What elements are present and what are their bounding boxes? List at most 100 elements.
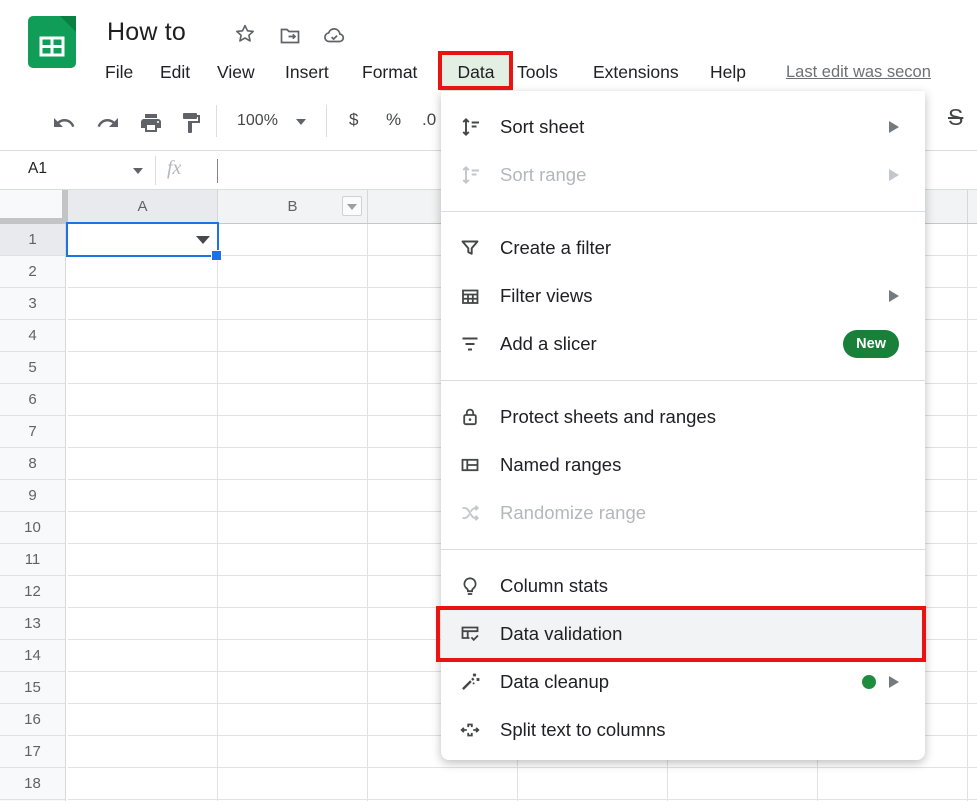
print-icon[interactable] — [139, 111, 163, 135]
menubar-item-insert[interactable]: Insert — [285, 53, 329, 91]
row-headers: 123456789101112131415161718 — [0, 224, 66, 801]
fill-handle[interactable] — [211, 250, 222, 261]
document-title[interactable]: How to — [107, 18, 186, 47]
menu-item-label: Filter views — [500, 285, 593, 307]
menu-item-add-a-slicer[interactable]: Add a slicer New — [441, 320, 925, 368]
redo-icon[interactable] — [96, 111, 120, 135]
new-badge: New — [843, 330, 899, 359]
row-header-2[interactable]: 2 — [0, 256, 65, 288]
filter-views-icon — [458, 284, 482, 308]
row-header-13[interactable]: 13 — [0, 608, 65, 640]
row-header-14[interactable]: 14 — [0, 640, 65, 672]
sort-icon — [458, 115, 482, 139]
row-header-15[interactable]: 15 — [0, 672, 65, 704]
toolbar-divider — [216, 105, 217, 137]
menubar-item-tools[interactable]: Tools — [517, 53, 558, 91]
row-header-1[interactable]: 1 — [0, 224, 65, 256]
row-header-11[interactable]: 11 — [0, 544, 65, 576]
split-columns-icon — [458, 718, 482, 742]
decrease-decimal-button[interactable]: .0 — [422, 110, 436, 130]
menu-item-label: Data validation — [500, 623, 622, 645]
row-header-5[interactable]: 5 — [0, 352, 65, 384]
last-edit-link[interactable]: Last edit was secon — [786, 53, 931, 91]
menu-item-protect-sheets-and-ranges[interactable]: Protect sheets and ranges — [441, 393, 925, 441]
data-validation-icon — [458, 622, 482, 646]
menubar-item-edit[interactable]: Edit — [160, 53, 190, 91]
formula-input-cursor[interactable] — [217, 159, 218, 183]
green-status-dot — [862, 675, 876, 689]
paint-format-icon[interactable] — [179, 111, 203, 135]
column-header-a[interactable]: A — [68, 190, 218, 223]
menu-item-label: Column stats — [500, 575, 608, 597]
zoom-level[interactable]: 100% — [237, 112, 278, 130]
cell-dropdown-icon[interactable] — [196, 236, 210, 244]
menu-item-label: Split text to columns — [500, 719, 666, 741]
column-b-dropdown-button[interactable] — [342, 196, 362, 216]
menu-item-sort-range[interactable]: Sort range — [441, 151, 925, 199]
format-percent-button[interactable]: % — [386, 110, 401, 130]
row-header-6[interactable]: 6 — [0, 384, 65, 416]
menu-item-data-validation[interactable]: Data validation — [441, 610, 925, 658]
data-menu-dropdown: Sort sheet Sort range Create a filter Filte… — [441, 91, 925, 760]
menu-item-label: Sort sheet — [500, 116, 584, 138]
menubar-item-view[interactable]: View — [217, 53, 255, 91]
row-header-16[interactable]: 16 — [0, 704, 65, 736]
toolbar-divider — [326, 105, 327, 137]
menu-item-label: Protect sheets and ranges — [500, 406, 716, 428]
submenu-arrow-icon — [889, 290, 899, 302]
menubar-item-format[interactable]: Format — [362, 53, 417, 91]
format-currency-button[interactable]: $ — [349, 110, 358, 130]
row-header-12[interactable]: 12 — [0, 576, 65, 608]
menubar: File Edit View Insert Format DataTools Extensi… — [0, 53, 977, 91]
name-box-caret-icon[interactable] — [133, 168, 143, 174]
menubar-item-extensions[interactable]: Extensions — [593, 53, 679, 91]
row-header-4[interactable]: 4 — [0, 320, 65, 352]
lightbulb-icon — [458, 574, 482, 598]
row-header-8[interactable]: 8 — [0, 448, 65, 480]
star-icon[interactable] — [233, 22, 257, 46]
menu-item-label: Named ranges — [500, 454, 621, 476]
filter-icon — [458, 236, 482, 260]
menu-item-label: Create a filter — [500, 237, 611, 259]
slicer-icon — [458, 332, 482, 356]
menu-item-data-cleanup[interactable]: Data cleanup — [441, 658, 925, 706]
menu-item-create-a-filter[interactable]: Create a filter — [441, 224, 925, 272]
shuffle-icon — [458, 501, 482, 525]
submenu-arrow-icon — [889, 169, 899, 181]
move-folder-icon[interactable] — [278, 24, 302, 48]
row-header-7[interactable]: 7 — [0, 416, 65, 448]
menu-item-sort-sheet[interactable]: Sort sheet — [441, 103, 925, 151]
menu-item-filter-views[interactable]: Filter views — [441, 272, 925, 320]
menu-item-label: Data cleanup — [500, 671, 609, 693]
lock-icon — [458, 405, 482, 429]
row-header-18[interactable]: 18 — [0, 768, 65, 800]
menu-item-label: Add a slicer — [500, 333, 597, 355]
menubar-item-help[interactable]: Help — [710, 53, 746, 91]
formula-bar-divider — [155, 156, 156, 185]
strikethrough-button[interactable]: S — [948, 104, 963, 131]
menu-item-column-stats[interactable]: Column stats — [441, 562, 925, 610]
named-ranges-icon — [458, 453, 482, 477]
row-header-10[interactable]: 10 — [0, 512, 65, 544]
undo-icon[interactable] — [52, 111, 76, 135]
submenu-arrow-icon — [889, 676, 899, 688]
sort-icon — [458, 163, 482, 187]
name-box[interactable]: A1 — [28, 160, 47, 178]
menu-item-named-ranges[interactable]: Named ranges — [441, 441, 925, 489]
menubar-item-data[interactable]: Data — [440, 53, 512, 91]
row-header-3[interactable]: 3 — [0, 288, 65, 320]
column-header-g[interactable] — [968, 190, 977, 223]
menubar-item-file[interactable]: File — [105, 53, 133, 91]
google-sheets-window: How to File Edit View Insert Format DataTools… — [0, 0, 977, 801]
row-header-9[interactable]: 9 — [0, 480, 65, 512]
cloud-check-icon[interactable] — [322, 24, 346, 48]
zoom-caret-icon[interactable] — [296, 119, 306, 125]
menu-item-split-text-to-columns[interactable]: Split text to columns — [441, 706, 925, 754]
magic-wand-icon — [458, 670, 482, 694]
freeze-column-handle[interactable] — [62, 190, 68, 223]
menu-item-label: Randomize range — [500, 502, 646, 524]
fx-label: fx — [167, 157, 181, 180]
row-header-17[interactable]: 17 — [0, 736, 65, 768]
menu-item-label: Sort range — [500, 164, 586, 186]
menu-item-randomize-range[interactable]: Randomize range — [441, 489, 925, 537]
